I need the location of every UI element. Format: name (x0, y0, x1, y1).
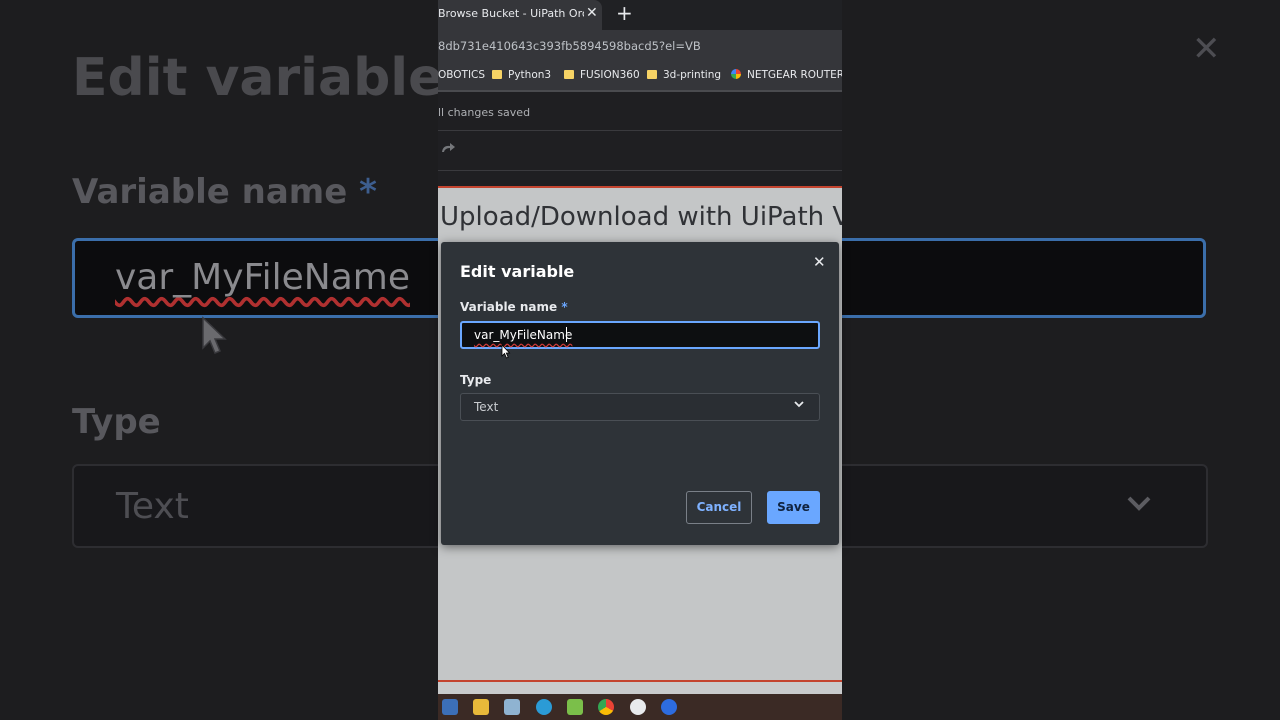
bookmark-3d-printing[interactable]: 3d-printing (647, 69, 721, 81)
edit-variable-dialog: Edit variable ✕ Variable name * var_MyFi… (441, 242, 839, 545)
chrome-taskbar-icon[interactable] (598, 699, 614, 715)
close-icon[interactable]: ✕ (813, 253, 826, 271)
bookmarks-bar: OBOTICS Python3 FUSION360 3d-printing NE… (438, 62, 842, 92)
folder-icon (492, 70, 502, 79)
bg-close-icon: ✕ (1192, 29, 1221, 69)
type-value: Text (474, 400, 499, 414)
bg-dialog-title: Edit variable (72, 48, 444, 108)
folder-icon (647, 70, 657, 79)
required-mark: * (561, 300, 568, 314)
save-button[interactable]: Save (767, 491, 820, 524)
tab-close-icon[interactable]: ✕ (586, 5, 598, 21)
chevron-down-icon (793, 398, 805, 413)
variable-name-label: Variable name * (460, 300, 568, 314)
taskbar (438, 694, 842, 720)
variable-name-input[interactable]: var_MyFileName (460, 321, 820, 349)
page-heading: Upload/Download with UiPath V (440, 202, 842, 232)
bg-mouse-pointer-icon (202, 316, 227, 354)
bookmark-label: NETGEAR ROUTER... (747, 69, 842, 81)
bookmark-fusion360[interactable]: FUSION360 (564, 69, 640, 81)
bg-type-value: Text (116, 486, 189, 527)
text-caret (566, 327, 567, 342)
bg-chevron-down-icon (1124, 488, 1154, 526)
bookmark-robotics[interactable]: OBOTICS (438, 69, 485, 81)
bg-variable-name-label: Variable name * (72, 172, 377, 212)
app-taskbar-icon[interactable] (504, 699, 520, 715)
edge-taskbar-icon[interactable] (536, 699, 552, 715)
bg-type-label: Type (72, 402, 161, 442)
save-status: ll changes saved (438, 106, 531, 119)
bookmark-label: OBOTICS (438, 69, 486, 81)
variable-name-label-text: Variable name (460, 300, 558, 314)
cancel-button[interactable]: Cancel (686, 491, 752, 524)
vscode-taskbar-icon[interactable] (442, 699, 458, 715)
bookmark-label: FUSION360 (580, 69, 640, 81)
tab-bar: Browse Bucket - UiPath Orchestr ✕ + (438, 0, 842, 30)
notepad-taskbar-icon[interactable] (567, 699, 583, 715)
variable-name-value: var_MyFileName (474, 328, 573, 342)
mouse-pointer-icon (501, 344, 511, 359)
bookmark-python3[interactable]: Python3 (492, 69, 551, 81)
address-bar[interactable]: 8db731e410643c393fb5894598bacd5?el=VB (438, 30, 842, 62)
divider (438, 170, 842, 171)
folder-icon (564, 70, 574, 79)
dialog-title: Edit variable (460, 262, 575, 281)
app-toolbar: ll changes saved (438, 92, 842, 188)
type-select[interactable]: Text (460, 393, 820, 421)
tab-browse-bucket[interactable]: Browse Bucket - UiPath Orchestr ✕ (438, 0, 602, 30)
bookmark-label: Python3 (508, 69, 552, 81)
bookmark-netgear-router[interactable]: NETGEAR ROUTER... (731, 69, 842, 81)
netgear-icon (731, 69, 741, 79)
zoom-taskbar-icon[interactable] (661, 699, 677, 715)
app-taskbar-icon[interactable] (630, 699, 646, 715)
type-label: Type (460, 373, 492, 387)
file-explorer-taskbar-icon[interactable] (473, 699, 489, 715)
bg-variable-name-value: var_MyFileName (115, 257, 410, 298)
redo-icon[interactable] (440, 142, 456, 158)
divider (438, 130, 842, 131)
bg-required-mark: * (359, 172, 377, 212)
new-tab-icon[interactable]: + (616, 3, 633, 23)
url-text[interactable]: 8db731e410643c393fb5894598bacd5?el=VB (438, 39, 701, 53)
bookmark-label: 3d-printing (663, 69, 722, 81)
tab-title: Browse Bucket - UiPath Orchestr (438, 7, 584, 20)
bg-variable-name-label-text: Variable name (72, 172, 348, 212)
